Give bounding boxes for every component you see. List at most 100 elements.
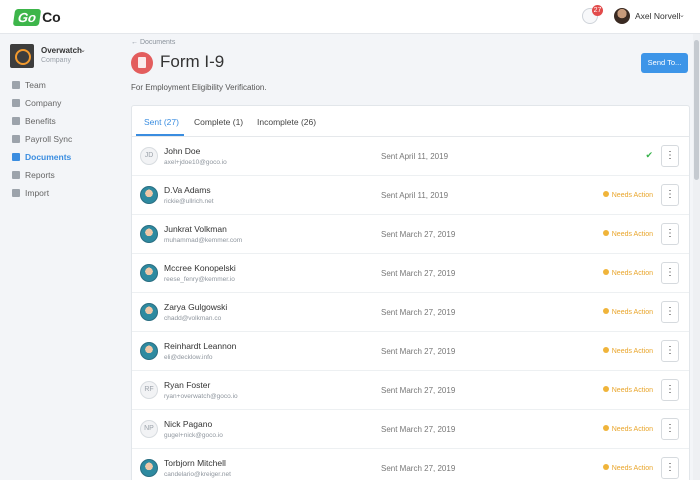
avatar	[140, 303, 158, 321]
status-badge: Needs Action	[602, 308, 653, 316]
status-label: Needs Action	[611, 231, 653, 238]
user-name[interactable]: Axel Norvell	[635, 11, 680, 21]
status-label: Needs Action	[611, 309, 653, 316]
sidebar-nav: Team Company Benefits Payroll Sync Documents…	[12, 76, 72, 202]
recipient-email: eli@decklow.info	[164, 354, 213, 361]
goco-logo[interactable]: Go Co	[12, 8, 61, 26]
recipient-name[interactable]: John Doe	[164, 146, 200, 156]
sidebar-item-team[interactable]: Team	[12, 76, 72, 94]
recipient-name[interactable]: Mccree Konopelski	[164, 263, 236, 273]
table-row[interactable]: Junkrat Volkman muhammad@kemmer.com Sent M…	[132, 215, 689, 254]
recipient-name[interactable]: Reinhardt Leannon	[164, 341, 236, 351]
status-label: Needs Action	[611, 387, 653, 394]
recipient-email: gugel+nick@goco.io	[164, 432, 223, 439]
form-document-icon	[131, 52, 153, 74]
sidebar-item-import[interactable]: Import	[12, 184, 72, 202]
sidebar: Overwatch ⌄ Company Team Company Benefits P…	[0, 34, 118, 480]
warning-icon	[602, 464, 609, 470]
form-description: For Employment Eligibility Verification.	[131, 83, 267, 92]
more-options-button[interactable]: ⋮	[661, 223, 679, 245]
more-options-button[interactable]: ⋮	[661, 262, 679, 284]
tab-sent[interactable]: Sent (27)	[144, 117, 179, 127]
sidebar-item-documents[interactable]: Documents	[12, 148, 72, 166]
recipient-name[interactable]: Nick Pagano	[164, 419, 212, 429]
status-badge: Needs Action	[602, 230, 653, 238]
more-options-button[interactable]: ⋮	[661, 301, 679, 323]
sidebar-item-label: Import	[25, 188, 50, 198]
avatar	[140, 264, 158, 282]
recipient-email: muhammad@kemmer.com	[164, 237, 243, 244]
warning-icon	[602, 425, 609, 431]
chevron-down-icon[interactable]: ⌄	[679, 11, 685, 19]
company-icon	[12, 99, 20, 107]
top-bar: Go Co 27 Axel Norvell ⌄	[0, 0, 700, 34]
status-label: Needs Action	[611, 465, 653, 472]
recipient-name[interactable]: Zarya Gulgowski	[164, 302, 227, 312]
table-row[interactable]: NP Nick Pagano gugel+nick@goco.io Sent Marc…	[132, 410, 689, 449]
table-row[interactable]: RF Ryan Foster ryan+overwatch@goco.io Sent …	[132, 371, 689, 410]
table-row[interactable]: D.Va Adams rickie@ullrich.net Sent April 1…	[132, 176, 689, 215]
recipient-email: reese_fenry@kemmer.io	[164, 276, 235, 283]
import-icon	[12, 189, 20, 197]
tab-complete[interactable]: Complete (1)	[194, 117, 243, 127]
recipient-name[interactable]: Ryan Foster	[164, 380, 210, 390]
table-row[interactable]: Mccree Konopelski reese_fenry@kemmer.io Se…	[132, 254, 689, 293]
notification-badge: 27	[592, 5, 603, 16]
status-label: Needs Action	[611, 270, 653, 277]
status-badge: Needs Action	[602, 425, 653, 433]
sidebar-item-label: Reports	[25, 170, 55, 180]
sidebar-item-label: Benefits	[25, 116, 56, 126]
sent-date: Sent March 27, 2019	[381, 386, 456, 395]
send-to-button[interactable]: Send To...	[641, 53, 688, 73]
sidebar-item-label: Payroll Sync	[25, 134, 73, 144]
more-options-button[interactable]: ⋮	[661, 340, 679, 362]
recipient-email: axel+jdoe10@goco.io	[164, 159, 227, 166]
user-avatar[interactable]	[614, 8, 630, 24]
table-row[interactable]: Zarya Gulgowski chadd@volkman.co Sent Marc…	[132, 293, 689, 332]
status-badge: Needs Action	[602, 269, 653, 277]
company-sub: Company	[41, 57, 71, 64]
reports-icon	[12, 171, 20, 179]
documents-icon	[12, 153, 20, 161]
recipient-email: ryan+overwatch@goco.io	[164, 393, 238, 400]
logo-co: Co	[42, 9, 61, 25]
avatar-initials: JD	[140, 147, 158, 165]
company-logo	[10, 44, 34, 68]
sidebar-item-payroll-sync[interactable]: Payroll Sync	[12, 130, 72, 148]
warning-icon	[602, 386, 609, 392]
avatar	[140, 342, 158, 360]
sent-date: Sent March 27, 2019	[381, 425, 456, 434]
table-row[interactable]: Torbjorn Mitchell candelario@kreiger.net S…	[132, 449, 689, 480]
more-options-button[interactable]: ⋮	[661, 418, 679, 440]
recipient-name[interactable]: Junkrat Volkman	[164, 224, 227, 234]
more-options-button[interactable]: ⋮	[661, 145, 679, 167]
tab-incomplete[interactable]: Incomplete (26)	[257, 117, 316, 127]
sidebar-item-label: Company	[25, 98, 62, 108]
sidebar-item-company[interactable]: Company	[12, 94, 72, 112]
avatar	[140, 225, 158, 243]
sidebar-item-benefits[interactable]: Benefits	[12, 112, 72, 130]
recipient-email: chadd@volkman.co	[164, 315, 222, 322]
table-row[interactable]: Reinhardt Leannon eli@decklow.info Sent Ma…	[132, 332, 689, 371]
payroll-icon	[12, 135, 20, 143]
more-options-button[interactable]: ⋮	[661, 457, 679, 479]
sidebar-item-label: Team	[25, 80, 46, 90]
active-tab-indicator	[136, 134, 184, 136]
table-row[interactable]: JD John Doe axel+jdoe10@goco.io Sent April …	[132, 137, 689, 176]
team-icon	[12, 81, 20, 89]
back-link-documents[interactable]: ← Documents	[131, 39, 175, 46]
sent-date: Sent March 27, 2019	[381, 269, 456, 278]
more-options-button[interactable]: ⋮	[661, 184, 679, 206]
company-name: Overwatch	[41, 46, 82, 55]
sent-date: Sent March 27, 2019	[381, 347, 456, 356]
sidebar-item-reports[interactable]: Reports	[12, 166, 72, 184]
scrollbar-thumb[interactable]	[694, 40, 699, 180]
recipient-name[interactable]: Torbjorn Mitchell	[164, 458, 226, 468]
avatar	[140, 459, 158, 477]
chevron-down-icon[interactable]: ⌄	[80, 46, 86, 54]
recipient-name[interactable]: D.Va Adams	[164, 185, 211, 195]
warning-icon	[602, 269, 609, 275]
check-circle-icon: ✔	[645, 150, 653, 160]
more-options-button[interactable]: ⋮	[661, 379, 679, 401]
page-title: Form I-9	[160, 52, 225, 71]
